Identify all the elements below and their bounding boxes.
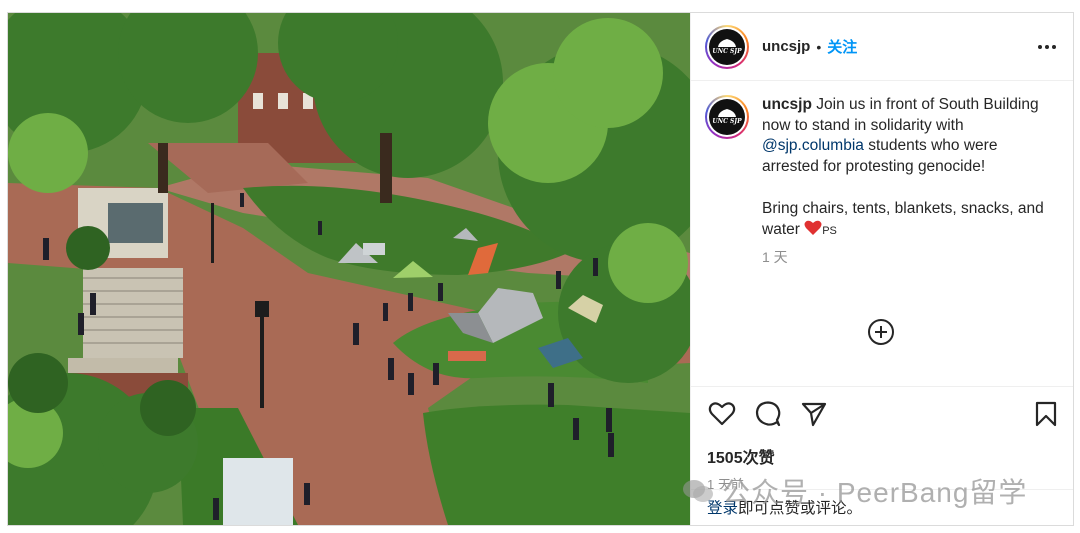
caption-avatar[interactable]: UNC SJP [705, 95, 749, 139]
login-prompt: 登录即可点赞或评论。 [691, 489, 1073, 525]
bookmark-icon [1035, 401, 1057, 426]
post-header: UNC SJP uncsjp • 关注 [691, 13, 1073, 81]
sjp-logo: UNC SJP [709, 28, 745, 65]
profile-avatar[interactable]: UNC SJP [705, 24, 749, 69]
more-options-icon[interactable] [1035, 35, 1059, 59]
save-button[interactable] [1031, 399, 1061, 429]
caption-timestamp: 1 天 [762, 249, 788, 266]
comment-icon [755, 400, 781, 426]
instagram-post: UNC SJP uncsjp • 关注 UNC SJP uncsjp Join … [7, 12, 1074, 526]
avatar-text: UNC SJP [712, 47, 742, 55]
header-username[interactable]: uncsjp [762, 38, 810, 55]
sjp-logo-small: UNC SJP [709, 99, 745, 135]
follow-button[interactable]: 关注 [827, 36, 857, 57]
post-side-panel: UNC SJP uncsjp • 关注 UNC SJP uncsjp Join … [690, 13, 1073, 525]
header-separator: • [816, 38, 822, 55]
tree-logo-icon [718, 38, 736, 47]
login-prompt-text: 即可点赞或评论。 [738, 500, 863, 517]
ps-text: PS [822, 224, 837, 237]
red-heart-emoji-icon [804, 220, 822, 235]
plus-circle-icon[interactable] [867, 318, 895, 346]
heart-outline-icon [708, 401, 736, 425]
like-count[interactable]: 1505次赞 [691, 440, 1073, 468]
action-bar [691, 386, 1073, 440]
mention-link[interactable]: @sjp.columbia [762, 137, 864, 154]
caption-text: uncsjp Join us in front of South Buildin… [762, 95, 1047, 386]
like-button[interactable] [707, 399, 737, 429]
caption-block: UNC SJP uncsjp Join us in front of South… [691, 81, 1073, 386]
avatar-text: UNC SJP [712, 118, 742, 125]
paper-plane-icon [801, 402, 827, 426]
share-button[interactable] [799, 399, 829, 429]
login-link[interactable]: 登录 [707, 500, 738, 517]
post-photo[interactable] [8, 13, 690, 525]
comment-button[interactable] [753, 399, 783, 429]
campus-protest-photo [8, 13, 690, 525]
caption-username[interactable]: uncsjp [762, 96, 812, 113]
